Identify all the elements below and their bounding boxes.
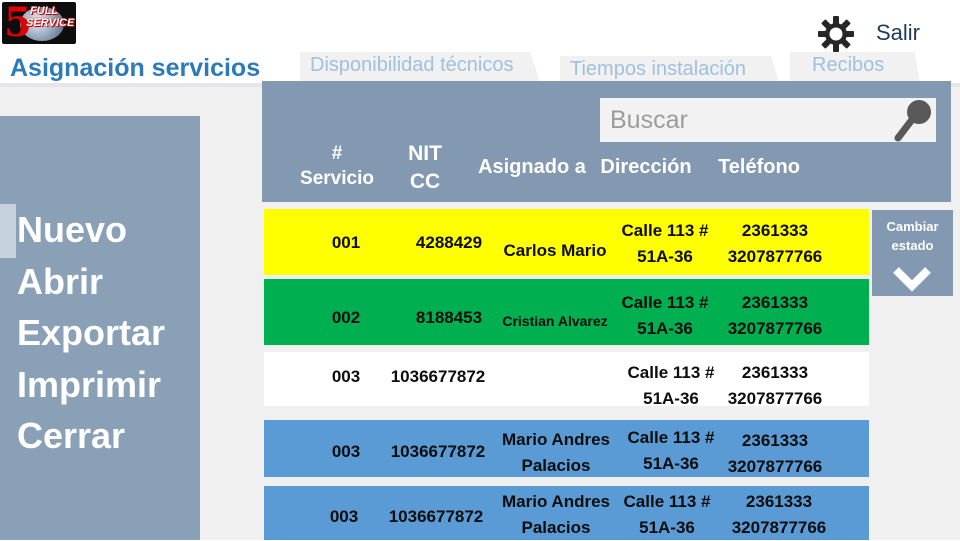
cell-asignado-line1: Mario Andres (501, 492, 610, 511)
cell-servicio: 003 (331, 442, 361, 461)
cell-telefono-line2: 3207877766 (727, 457, 823, 476)
cell-direccion-line1: Calle 113 # (621, 293, 709, 312)
table-row[interactable]: 003 1036677872 Mario Andres Palacios Cal… (264, 486, 869, 540)
cell-telefono-line1: 2361333 (745, 492, 813, 511)
cell-direccion-line2: 51A-36 (637, 247, 693, 266)
tab-disponibilidad-tecnicos[interactable]: Disponibilidad técnicos (300, 52, 540, 82)
logo-word-2: SERVICE (26, 17, 75, 29)
salir-button[interactable]: Salir (876, 20, 920, 46)
cell-telefono-line2: 3207877766 (731, 518, 827, 537)
cell-servicio: 003 (329, 507, 359, 526)
tab-asignacion-servicios[interactable]: Asignación servicios (0, 52, 292, 82)
cell-asignado: Mario Andres Palacios (500, 489, 612, 541)
cell-asignado-line2: Palacios (521, 518, 591, 537)
cell-telefono: 2361333 3207877766 (718, 360, 832, 412)
cell-telefono-line1: 2361333 (741, 221, 809, 240)
cell-telefono-line1: 2361333 (741, 431, 809, 450)
col-header-nit-line2: CC (409, 170, 441, 193)
menu-item-abrir[interactable]: Abrir (17, 262, 103, 302)
cell-telefono: 2361333 3207877766 (718, 218, 832, 270)
cell-servicio: 003 (331, 367, 361, 386)
cell-direccion: Calle 113 # 51A-36 (612, 489, 722, 541)
col-header-nit: NIT CC (390, 140, 460, 196)
menu-selection-marker (0, 204, 16, 258)
cell-direccion-line2: 51A-36 (637, 319, 693, 338)
cell-direccion-line2: 51A-36 (639, 518, 695, 537)
cell-direccion-line1: Calle 113 # (627, 363, 715, 382)
cell-nit: 1036677872 (390, 367, 486, 386)
search-input[interactable] (610, 104, 880, 136)
tab-recibos[interactable]: Recibos (790, 52, 920, 82)
side-menu: Nuevo Abrir Exportar Imprimir Cerrar (0, 116, 200, 540)
cambiar-estado-label: Cambiar estado (872, 217, 953, 255)
table-row[interactable]: 003 1036677872 Calle 113 # 51A-36 236133… (264, 352, 869, 408)
cell-telefono-line2: 3207877766 (727, 319, 823, 338)
cell-direccion-line2: 51A-36 (643, 389, 699, 408)
cell-servicio: 002 (331, 308, 361, 327)
cell-asignado-line1: Mario Andres (501, 430, 610, 449)
menu-item-cerrar[interactable]: Cerrar (17, 416, 125, 456)
cell-servicio: 001 (331, 233, 361, 252)
cell-telefono: 2361333 3207877766 (718, 290, 832, 342)
cell-direccion: Calle 113 # 51A-36 (616, 360, 726, 412)
col-header-servicio-line2: Servicio (300, 168, 374, 189)
col-header-direccion: Dirección (600, 156, 692, 178)
cell-telefono-line1: 2361333 (741, 363, 809, 382)
cell-nit: 1036677872 (388, 507, 484, 526)
cell-nit: 4288429 (415, 233, 483, 252)
table-row[interactable]: 001 4288429 Carlos Mario Calle 113 # 51A… (264, 209, 869, 275)
cambiar-estado-button[interactable]: Cambiar estado (872, 210, 953, 296)
cambiar-estado-line1: Cambiar (886, 219, 939, 234)
col-header-servicio-line1: # (331, 143, 343, 164)
cambiar-estado-line2: estado (891, 238, 934, 253)
cell-direccion-line1: Calle 113 # (623, 492, 711, 511)
cell-direccion: Calle 113 # 51A-36 (610, 290, 720, 342)
col-header-nit-line1: NIT (408, 142, 442, 165)
menu-item-exportar[interactable]: Exportar (17, 313, 165, 353)
col-header-telefono: Teléfono (718, 156, 800, 178)
menu-item-imprimir[interactable]: Imprimir (17, 365, 161, 405)
cell-direccion-line1: Calle 113 # (627, 428, 715, 447)
cell-direccion-line2: 51A-36 (643, 454, 699, 473)
cell-telefono: 2361333 3207877766 (718, 428, 832, 480)
col-header-servicio: # Servicio (292, 141, 382, 191)
cell-telefono: 2361333 3207877766 (722, 489, 836, 541)
cell-direccion: Calle 113 # 51A-36 (616, 425, 726, 477)
table-row[interactable]: 002 8188453 Cristian Alvarez Calle 113 #… (264, 279, 869, 345)
cell-direccion-line1: Calle 113 # (621, 221, 709, 240)
logo-word-1: FULL (30, 5, 59, 17)
cell-nit: 8188453 (415, 308, 483, 327)
cell-asignado: Cristian Alvarez (502, 313, 608, 329)
cell-asignado-line2: Palacios (521, 456, 591, 475)
chevron-down-icon (893, 267, 931, 292)
cell-asignado: Carlos Mario (503, 241, 607, 260)
search-icon[interactable] (892, 98, 936, 142)
table-row[interactable]: 003 1036677872 Mario Andres Palacios Cal… (264, 420, 869, 477)
cell-direccion: Calle 113 # 51A-36 (610, 218, 720, 270)
gear-icon[interactable] (818, 16, 854, 52)
col-header-asignado: Asignado a (478, 156, 586, 178)
cell-asignado: Mario Andres Palacios (500, 427, 612, 479)
cell-telefono-line1: 2361333 (741, 293, 809, 312)
cell-nit: 1036677872 (390, 442, 486, 461)
cell-telefono-line2: 3207877766 (727, 389, 823, 408)
menu-item-nuevo[interactable]: Nuevo (17, 210, 127, 250)
search-box (600, 98, 936, 142)
full-service-logo: 5 FULL SERVICE (2, 2, 76, 44)
cell-telefono-line2: 3207877766 (727, 247, 823, 266)
